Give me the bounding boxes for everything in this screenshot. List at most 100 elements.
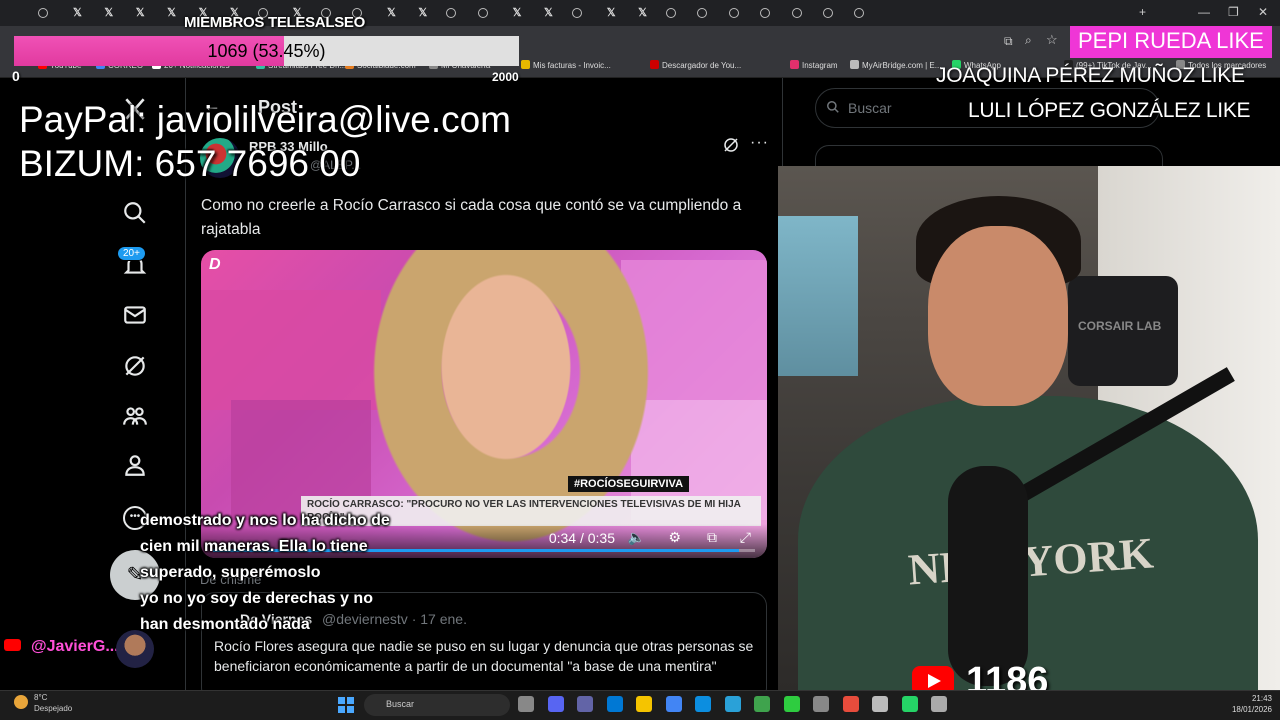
- google-tab-icon[interactable]: [760, 8, 771, 18]
- video-hashtag: #ROCÍOSEGUIRVIVA: [568, 476, 690, 492]
- bookmark-label: Descargador de You...: [662, 61, 742, 70]
- youtube-mini-icon: [4, 639, 21, 651]
- x-tab-icon[interactable]: 𝕏: [415, 5, 431, 21]
- webcam-window: [778, 216, 858, 376]
- google-tab-icon[interactable]: [446, 8, 457, 18]
- x-tab-icon[interactable]: 𝕏: [603, 5, 619, 21]
- bookmark-label: Mis facturas - Invoic...: [533, 61, 611, 70]
- x-tab-icon[interactable]: 𝕏: [132, 5, 148, 21]
- x-tab-icon[interactable]: 𝕏: [509, 5, 525, 21]
- google-tab-icon[interactable]: [666, 8, 676, 18]
- webcam-feed: CORSAIR LAB NEW YORK: [778, 166, 1280, 690]
- google-tab-icon[interactable]: [571, 8, 582, 18]
- bookmark-item[interactable]: Instagram: [790, 60, 838, 70]
- minimize-icon[interactable]: —: [1198, 5, 1210, 19]
- outlook-icon[interactable]: [606, 696, 623, 712]
- video-time: 0:34 / 0:35: [548, 530, 615, 546]
- bookmark-label: Instagram: [802, 61, 838, 70]
- search-icon: [827, 101, 839, 113]
- like-alert-2: JOAQUINA PÉREZ MUÑOZ LIKE: [936, 64, 1245, 87]
- discord-icon[interactable]: [547, 696, 564, 712]
- paypal-line: PayPal: javiolilveira@live.com: [19, 99, 512, 140]
- x-tab-icon[interactable]: 𝕏: [101, 5, 117, 21]
- taskbar-search[interactable]: Buscar: [364, 694, 510, 716]
- members-goal-title: MIEMBROS TELESALSEO: [184, 14, 365, 31]
- bookmark-label: MyAirBridge.com | E...: [862, 61, 942, 70]
- channel-logo: D: [209, 256, 221, 273]
- bookmark-favicon-icon: [521, 60, 530, 69]
- streamer-head: [928, 226, 1068, 406]
- google-tab-icon[interactable]: [823, 8, 833, 18]
- google-tab-icon[interactable]: [477, 8, 488, 18]
- google-tab-icon[interactable]: [38, 8, 48, 18]
- notifications-badge: 20+: [117, 246, 146, 261]
- chair-logo: CORSAIR LAB: [1078, 319, 1162, 333]
- clock-time: 21:43: [1251, 694, 1272, 703]
- x-tab-icon[interactable]: 𝕏: [383, 5, 399, 21]
- bookmark-favicon-icon: [650, 60, 659, 69]
- browser-icon[interactable]: [754, 696, 770, 712]
- pip-icon[interactable]: ⧉: [707, 529, 717, 546]
- like-alert-1: PEPI RUEDA LIKE: [1070, 26, 1272, 58]
- donation-info: PayPal: javiolilveira@live.com BIZUM: 65…: [19, 98, 511, 186]
- chat-username-text: @JavierG...: [31, 638, 119, 655]
- weather-desc: Despejado: [34, 704, 73, 713]
- settings-icon[interactable]: [813, 696, 829, 712]
- close-window-icon[interactable]: ✕: [1258, 5, 1268, 19]
- grok-icon[interactable]: [122, 353, 148, 379]
- teams-icon[interactable]: [577, 696, 593, 712]
- like-alert-3: LULI LÓPEZ GONZÁLEZ LIKE: [968, 99, 1251, 122]
- clock-date: 18/01/2026: [1231, 705, 1272, 714]
- grok-explain-icon[interactable]: [722, 136, 740, 154]
- google-tab-icon[interactable]: [728, 8, 739, 18]
- green-app-icon[interactable]: [783, 696, 800, 712]
- edge-icon[interactable]: [695, 696, 711, 712]
- bookmark-item[interactable]: Descargador de You...: [650, 60, 741, 70]
- x-tab-icon[interactable]: 𝕏: [69, 5, 85, 21]
- google-tab-icon[interactable]: [854, 8, 865, 18]
- search-placeholder: Buscar: [848, 100, 892, 116]
- zoom-icon[interactable]: ⌕: [1025, 33, 1032, 48]
- google-tab-icon[interactable]: [791, 8, 802, 18]
- chat-overlay: demostrado y nos lo ha dicho de cien mil…: [140, 508, 400, 638]
- weather-temp: 8°C: [34, 693, 48, 702]
- red-app-icon[interactable]: [842, 696, 859, 712]
- maximize-icon[interactable]: ❐: [1228, 5, 1239, 19]
- communities-icon[interactable]: [122, 403, 148, 429]
- windows-start-icon[interactable]: [338, 697, 354, 713]
- bookmark-item[interactable]: MyAirBridge.com | E...: [850, 60, 941, 70]
- x-tab-icon[interactable]: 𝕏: [635, 5, 651, 21]
- quoted-text: Rocío Flores asegura que nadie se puso e…: [214, 638, 754, 674]
- new-tab-icon[interactable]: +: [1139, 5, 1146, 19]
- bookmark-item[interactable]: Mis facturas - Invoic...: [521, 60, 611, 70]
- video-person-face: [406, 250, 606, 510]
- fullscreen-icon[interactable]: ⤢: [740, 529, 751, 546]
- task-view-icon[interactable]: [518, 696, 534, 712]
- microphone: [948, 466, 1028, 686]
- post-text: Como no creerle a Rocío Carrasco si cada…: [201, 197, 742, 238]
- install-icon[interactable]: ⧉: [1004, 34, 1013, 49]
- x-tab-icon[interactable]: 𝕏: [540, 5, 556, 21]
- bookmark-favicon-icon: [850, 60, 859, 69]
- telegram-icon[interactable]: [724, 696, 741, 712]
- messages-icon[interactable]: [122, 302, 148, 328]
- chrome-icon[interactable]: [665, 696, 682, 712]
- app-icon[interactable]: [872, 696, 888, 712]
- chat-avatar: [116, 630, 154, 668]
- profile-icon[interactable]: [122, 452, 148, 478]
- chat-message-1: demostrado y nos lo ha dicho de cien mil…: [140, 512, 390, 581]
- file-explorer-icon[interactable]: [636, 696, 652, 712]
- post-more-icon[interactable]: ···: [750, 134, 769, 152]
- chat-username: @JavierG...: [4, 638, 119, 656]
- system-tray-icon[interactable]: [931, 696, 947, 712]
- system-clock[interactable]: 21:43 18/01/2026: [1228, 693, 1272, 715]
- volume-icon[interactable]: 🔈: [628, 529, 645, 546]
- google-tab-icon[interactable]: [697, 8, 708, 18]
- whatsapp-icon[interactable]: [901, 696, 918, 712]
- x-tab-icon[interactable]: 𝕏: [164, 5, 180, 21]
- weather-widget[interactable]: 8°C Despejado: [14, 692, 72, 714]
- bookmark-star-icon[interactable]: ☆: [1046, 32, 1058, 48]
- explore-icon[interactable]: [122, 200, 148, 226]
- stream-screen: 𝕏𝕏𝕏𝕏𝕏𝕏𝕏𝕏𝕏𝕏𝕏𝕏𝕏+—❐✕ ⧉ ⌕ ☆ YouTubeCORREO20+…: [0, 0, 1280, 720]
- settings-gear-icon[interactable]: ⚙: [668, 529, 681, 546]
